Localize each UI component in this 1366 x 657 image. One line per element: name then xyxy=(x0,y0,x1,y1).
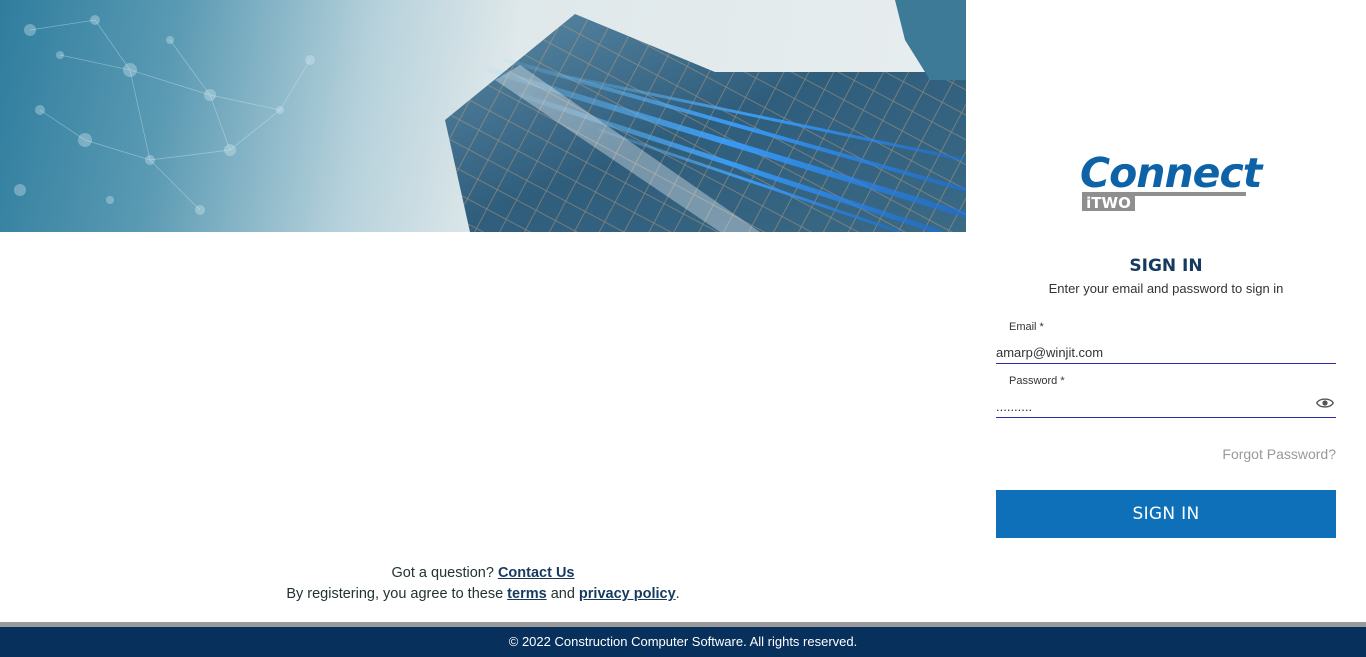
signin-subtitle: Enter your email and password to sign in xyxy=(1048,281,1284,296)
hero-banner-image xyxy=(0,0,966,232)
signin-button[interactable]: SIGN IN xyxy=(996,490,1336,538)
password-field-group: Password * xyxy=(996,375,1336,423)
agreement-text: By registering, you agree to these terms… xyxy=(0,586,966,602)
logo-connect-text: Connect xyxy=(1080,149,1262,197)
show-password-eye-icon[interactable] xyxy=(1316,395,1334,411)
email-field-group: Email * xyxy=(996,321,1336,369)
password-field[interactable] xyxy=(996,395,1336,418)
signin-panel: Connect iTWO SIGN IN Enter your email an… xyxy=(966,0,1366,622)
signin-title: SIGN IN xyxy=(1129,256,1203,276)
forgot-password-link[interactable]: Forgot Password? xyxy=(1222,446,1336,462)
email-field[interactable] xyxy=(996,341,1336,364)
contact-us-link[interactable]: Contact Us xyxy=(498,565,575,581)
question-text: Got a question? xyxy=(391,565,498,581)
copyright-text: © 2022 Construction Computer Software. A… xyxy=(508,634,858,649)
logo-itwo-text: iTWO xyxy=(1082,194,1135,212)
skyscraper-illustration xyxy=(14,0,966,232)
agree-and: and xyxy=(546,586,579,602)
email-label: Email * xyxy=(1009,321,1044,333)
agree-period: . xyxy=(675,586,680,602)
terms-link[interactable]: terms xyxy=(507,586,547,602)
password-label: Password * xyxy=(1009,375,1065,387)
agree-prefix: By registering, you agree to these xyxy=(286,586,508,602)
privacy-policy-link[interactable]: privacy policy xyxy=(579,586,676,602)
help-question: Got a question? Contact Us xyxy=(0,565,966,581)
connect-itwo-logo: Connect iTWO xyxy=(1080,150,1262,214)
footer: © 2022 Construction Computer Software. A… xyxy=(0,627,1366,657)
